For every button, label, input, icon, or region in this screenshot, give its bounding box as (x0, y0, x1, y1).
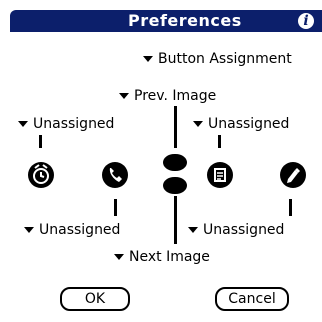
app3-assignment-popup[interactable]: Unassigned (193, 115, 289, 133)
dropdown-arrow-icon (24, 227, 34, 233)
info-icon[interactable]: i (298, 13, 314, 29)
dropdown-arrow-icon (188, 227, 198, 233)
scroll-down-assignment-label: Next Image (129, 249, 210, 265)
dropdown-arrow-icon (119, 93, 129, 99)
page-title: Preferences (128, 11, 242, 30)
ok-button[interactable]: OK (60, 287, 130, 311)
app4-assignment-label: Unassigned (203, 222, 285, 238)
connector-line (174, 196, 177, 244)
scroll-down-button-icon[interactable] (163, 177, 187, 194)
connector-line (174, 106, 177, 148)
app4-assignment-popup[interactable]: Unassigned (188, 221, 284, 239)
connector-line (39, 135, 42, 148)
app2-assignment-label: Unassigned (39, 222, 121, 238)
app3-assignment-label: Unassigned (208, 116, 290, 132)
connector-line (218, 135, 221, 148)
title-bar: Preferences i (10, 10, 322, 32)
scroll-up-assignment-popup[interactable]: Prev. Image (119, 87, 216, 105)
cancel-button[interactable]: Cancel (215, 287, 289, 311)
datebook-icon[interactable] (28, 162, 54, 188)
connector-line (289, 199, 292, 216)
scroll-up-assignment-label: Prev. Image (134, 88, 217, 104)
todo-icon[interactable] (207, 162, 233, 188)
dropdown-arrow-icon (114, 254, 124, 260)
scroll-down-assignment-popup[interactable]: Next Image (114, 248, 210, 266)
dropdown-arrow-icon (143, 56, 153, 62)
app1-assignment-label: Unassigned (33, 116, 115, 132)
memo-icon[interactable] (280, 162, 306, 188)
dropdown-arrow-icon (18, 121, 28, 127)
app2-assignment-popup[interactable]: Unassigned (24, 221, 120, 239)
phone-icon[interactable] (102, 162, 128, 188)
dropdown-arrow-icon (193, 121, 203, 127)
button-assignment-popup[interactable]: Button Assignment (143, 50, 292, 68)
scroll-up-button-icon[interactable] (163, 154, 187, 171)
button-assignment-label: Button Assignment (158, 51, 292, 67)
connector-line (114, 199, 117, 216)
app1-assignment-popup[interactable]: Unassigned (18, 115, 114, 133)
